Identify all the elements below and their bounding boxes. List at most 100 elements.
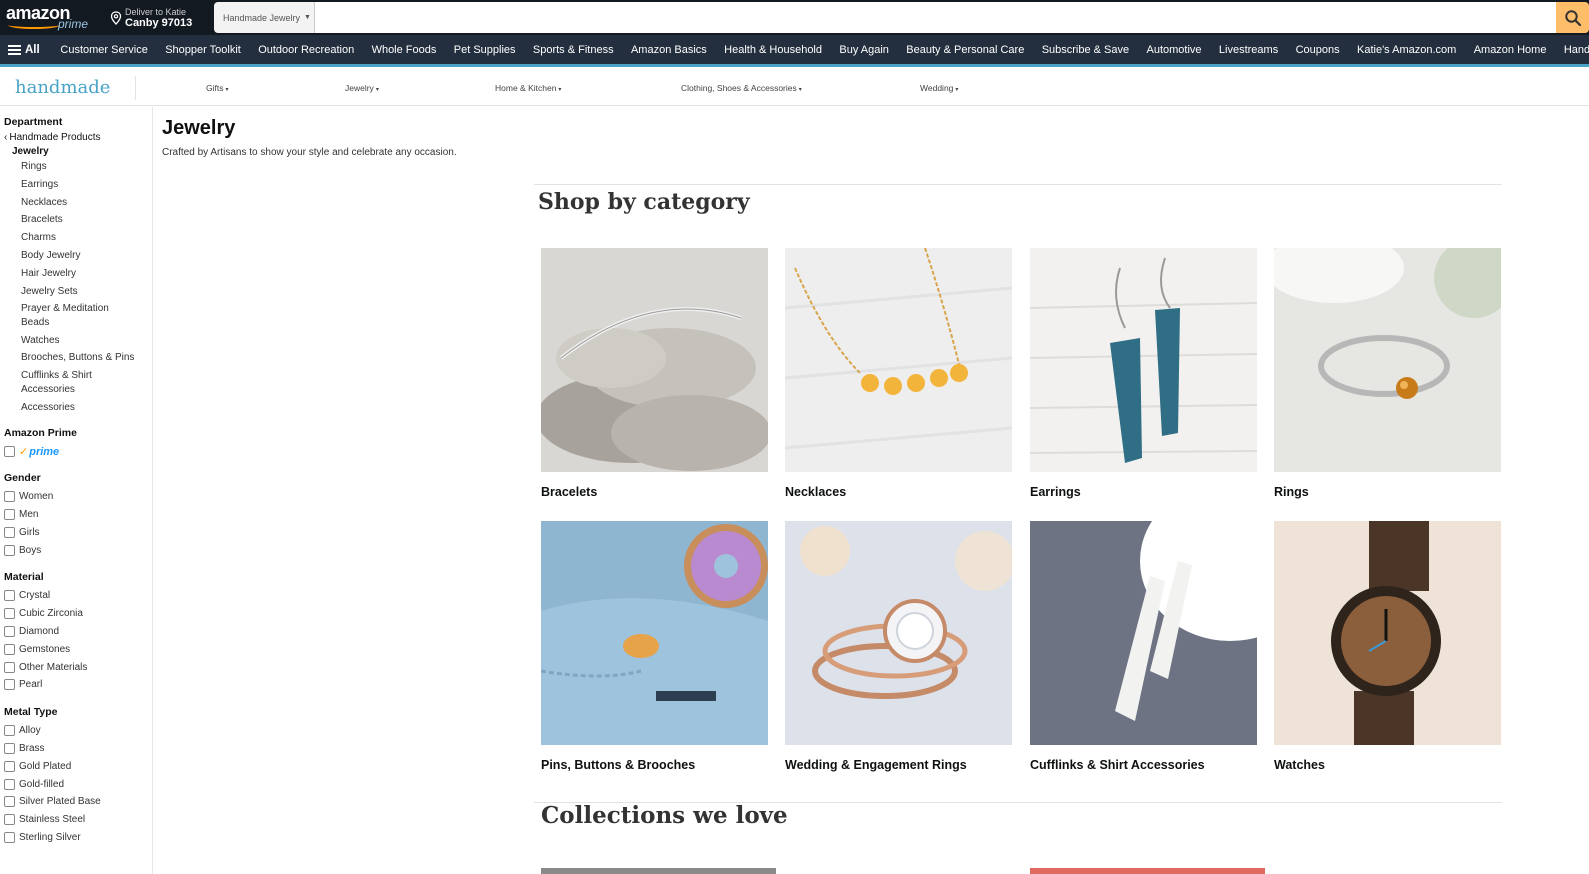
watches-image: [1274, 521, 1501, 745]
chevron-down-icon: ▾: [798, 87, 802, 93]
dept-link-watches[interactable]: Watches: [4, 334, 149, 348]
material-filter-pearl[interactable]: Pearl: [4, 676, 152, 694]
material-filter-crystal[interactable]: Crystal: [4, 587, 152, 605]
metal-filter-alloy[interactable]: Alloy: [4, 722, 152, 740]
dept-link-hair-jewelry[interactable]: Hair Jewelry: [4, 267, 149, 281]
dept-link-rings[interactable]: Rings: [4, 160, 149, 174]
dept-link-body-jewelry[interactable]: Body Jewelry: [4, 249, 149, 263]
search-button[interactable]: [1556, 2, 1589, 33]
material-filter-cubic-zirconia-label: Cubic Zirconia: [19, 608, 83, 620]
nav-sports-fitness[interactable]: Sports & Fitness: [524, 44, 622, 56]
handmade-cat-home-kitchen[interactable]: Home & Kitchen ▾: [495, 70, 561, 106]
checkbox-icon: [4, 796, 15, 808]
nav-pet-supplies[interactable]: Pet Supplies: [445, 44, 524, 56]
search-input[interactable]: [315, 2, 1556, 33]
category-tile-necklaces[interactable]: Necklaces: [785, 248, 1012, 499]
dept-link-jewelry-sets[interactable]: Jewelry Sets: [4, 285, 149, 299]
metal-filter-gold-plated[interactable]: Gold Plated: [4, 757, 152, 775]
category-label-earrings: Earrings: [1030, 485, 1081, 499]
search-department-label: Handmade Jewelry: [223, 12, 301, 23]
category-tile-watches[interactable]: Watches: [1274, 521, 1501, 772]
dept-link-brooches[interactable]: Brooches, Buttons & Pins: [4, 351, 149, 365]
chevron-down-icon: ▾: [955, 87, 959, 93]
metal-filter-silver-plated[interactable]: Silver Plated Base: [4, 793, 152, 811]
category-tile-bracelets[interactable]: Bracelets: [541, 248, 768, 499]
gender-filter-men[interactable]: Men: [4, 506, 152, 524]
nav-buy-again[interactable]: Buy Again: [831, 44, 898, 56]
checkbox-icon: [4, 491, 15, 503]
handmade-logo[interactable]: handmade: [0, 75, 136, 100]
gender-filter-women[interactable]: Women: [4, 488, 152, 506]
nav-coupons[interactable]: Coupons: [1287, 44, 1348, 56]
back-handmade-products[interactable]: ‹ Handmade Products: [4, 132, 152, 143]
metal-filter-gold-filled[interactable]: Gold-filled: [4, 775, 152, 793]
metal-filter-silver-plated-label: Silver Plated Base: [19, 796, 101, 808]
nav-outdoor-recreation[interactable]: Outdoor Recreation: [250, 44, 363, 56]
handmade-cat-wedding[interactable]: Wedding ▾: [920, 70, 958, 106]
all-menu-button[interactable]: All: [8, 44, 52, 56]
gender-filter-boys[interactable]: Boys: [4, 541, 152, 559]
checkbox-icon: [4, 760, 15, 772]
deliver-to[interactable]: Deliver to Katie Canby 97013: [104, 0, 198, 35]
handmade-cat-jewelry[interactable]: Jewelry ▾: [345, 70, 379, 106]
page-subtitle: Crafted by Artisans to show your style a…: [162, 147, 457, 158]
dept-link-necklaces[interactable]: Necklaces: [4, 196, 149, 210]
main-nav: All Customer Service Shopper Toolkit Out…: [0, 35, 1589, 67]
nav-amazon-basics[interactable]: Amazon Basics: [622, 44, 715, 56]
metal-filter-brass[interactable]: Brass: [4, 740, 152, 758]
checkbox-icon: [4, 608, 15, 620]
gender-filter-girls[interactable]: Girls: [4, 523, 152, 541]
gender-filter-women-label: Women: [19, 491, 54, 503]
collections-heading: Collections we love: [541, 802, 788, 829]
category-tile-pins[interactable]: Pins, Buttons & Brooches: [541, 521, 768, 772]
nav-shopper-toolkit[interactable]: Shopper Toolkit: [157, 44, 250, 56]
nav-livestreams[interactable]: Livestreams: [1210, 44, 1287, 56]
collection-tile[interactable]: [1030, 868, 1265, 874]
location-pin-icon: [110, 10, 122, 25]
dept-link-accessories[interactable]: Accessories: [4, 401, 149, 415]
amazon-logo[interactable]: amazon prime: [0, 0, 100, 35]
prime-filter[interactable]: ✓prime: [4, 443, 152, 461]
metal-filter-sterling[interactable]: Sterling Silver: [4, 829, 152, 847]
back-handmade-products-label: Handmade Products: [9, 132, 101, 143]
category-tile-earrings[interactable]: Earrings: [1030, 248, 1257, 499]
checkbox-icon: [4, 661, 15, 673]
chevron-down-icon: ▼: [304, 14, 311, 21]
wedding-rings-image: [785, 521, 1012, 745]
material-filter-cubic-zirconia[interactable]: Cubic Zirconia: [4, 605, 152, 623]
nav-beauty-personal-care[interactable]: Beauty & Personal Care: [898, 44, 1033, 56]
nav-amazon-home[interactable]: Amazon Home: [1465, 44, 1555, 56]
nav-health-household[interactable]: Health & Household: [715, 44, 830, 56]
search-department-select[interactable]: Handmade Jewelry ▼: [214, 2, 315, 33]
category-tile-wedding-rings[interactable]: Wedding & Engagement Rings: [785, 521, 1012, 772]
metal-filter-gold-plated-label: Gold Plated: [19, 760, 72, 772]
category-tile-rings[interactable]: Rings: [1274, 248, 1501, 499]
nav-handmade[interactable]: Handmade: [1555, 44, 1589, 56]
dept-link-earrings[interactable]: Earrings: [4, 178, 149, 192]
nav-subscribe-save[interactable]: Subscribe & Save: [1033, 44, 1138, 56]
handmade-cat-gifts[interactable]: Gifts ▾: [206, 70, 229, 106]
category-tile-cufflinks[interactable]: Cufflinks & Shirt Accessories: [1030, 521, 1257, 772]
nav-automotive[interactable]: Automotive: [1138, 44, 1210, 56]
dept-link-bracelets[interactable]: Bracelets: [4, 213, 149, 227]
material-filter-other[interactable]: Other Materials: [4, 658, 152, 676]
nav-katies-amazon[interactable]: Katie's Amazon.com: [1348, 44, 1465, 56]
nav-whole-foods[interactable]: Whole Foods: [363, 44, 445, 56]
category-label-rings: Rings: [1274, 485, 1309, 499]
collection-tile[interactable]: [541, 868, 776, 874]
rings-image: [1274, 248, 1501, 472]
dept-link-prayer-beads[interactable]: Prayer & Meditation Beads: [4, 302, 124, 329]
metal-filter-stainless[interactable]: Stainless Steel: [4, 811, 152, 829]
hamburger-menu-icon: [8, 44, 21, 55]
checkbox-icon: [4, 778, 15, 790]
checkbox-icon: [4, 526, 15, 538]
material-filter-diamond[interactable]: Diamond: [4, 623, 152, 641]
dept-link-cufflinks[interactable]: Cufflinks & Shirt Accessories: [4, 369, 114, 396]
nav-customer-service[interactable]: Customer Service: [52, 44, 157, 56]
handmade-cat-clothing[interactable]: Clothing, Shoes & Accessories ▾: [681, 70, 802, 106]
checkbox-icon: [4, 725, 15, 737]
material-filter-gemstones[interactable]: Gemstones: [4, 640, 152, 658]
metal-filter-brass-label: Brass: [19, 743, 45, 755]
category-label-cufflinks: Cufflinks & Shirt Accessories: [1030, 758, 1205, 772]
dept-link-charms[interactable]: Charms: [4, 231, 149, 245]
